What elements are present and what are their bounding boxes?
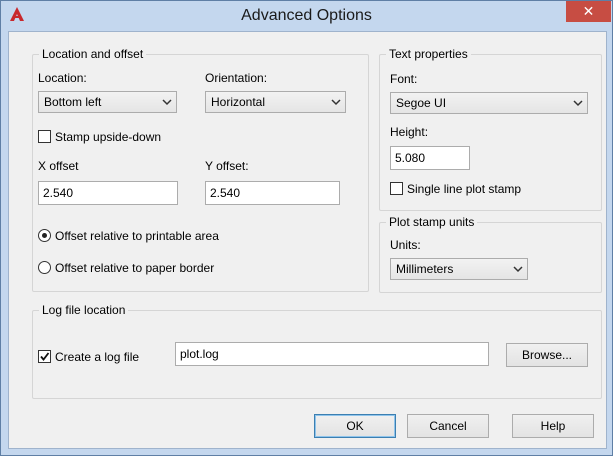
x-offset-label: X offset: [38, 159, 79, 173]
font-select[interactable]: Segoe UI: [390, 92, 588, 114]
single-line-plot-stamp-label: Single line plot stamp: [407, 182, 522, 196]
create-log-file-label: Create a log file: [55, 350, 140, 364]
log-file-location-group-title: Log file location: [39, 303, 129, 317]
orientation-label: Orientation:: [205, 71, 268, 85]
location-offset-group: Location and offset: [32, 47, 369, 292]
location-value: Bottom left: [44, 95, 102, 109]
close-button[interactable]: ✕: [566, 1, 611, 22]
stamp-upside-down-label: Stamp upside-down: [55, 130, 162, 144]
location-select[interactable]: Bottom left: [38, 91, 177, 113]
units-select[interactable]: Millimeters: [390, 258, 528, 280]
log-file-path-value: plot.log: [180, 347, 219, 361]
y-offset-value: 2.540: [210, 186, 241, 200]
orientation-value: Horizontal: [211, 95, 266, 109]
chevron-down-icon: [573, 100, 583, 107]
text-properties-group-title: Text properties: [386, 47, 471, 61]
checkmark-icon: [40, 352, 50, 361]
title-bar[interactable]: Advanced Options ✕: [1, 1, 612, 32]
location-offset-group-title: Location and offset: [39, 47, 147, 61]
x-offset-field[interactable]: 2.540: [38, 181, 178, 205]
height-field[interactable]: 5.080: [390, 146, 470, 170]
font-value: Segoe UI: [396, 96, 447, 110]
units-label: Units:: [390, 238, 421, 252]
offset-printable-area-label: Offset relative to printable area: [55, 229, 219, 243]
help-button[interactable]: Help: [512, 414, 594, 438]
orientation-select[interactable]: Horizontal: [205, 91, 346, 113]
height-label: Height:: [390, 125, 429, 139]
plot-stamp-units-group-title: Plot stamp units: [386, 215, 478, 229]
chevron-down-icon: [331, 99, 341, 106]
advanced-options-dialog: Advanced Options ✕ Location and offset L…: [0, 0, 613, 456]
offset-paper-border-radio[interactable]: [38, 261, 51, 274]
units-value: Millimeters: [396, 262, 454, 276]
y-offset-field[interactable]: 2.540: [205, 181, 340, 205]
stamp-upside-down-checkbox[interactable]: [38, 130, 51, 143]
radio-selected-dot: [42, 233, 47, 238]
offset-printable-area-radio[interactable]: [38, 229, 51, 242]
window-title: Advanced Options: [241, 7, 372, 24]
create-log-file-checkbox[interactable]: [38, 350, 51, 363]
ok-button[interactable]: OK: [314, 414, 396, 438]
dialog-body: Location and offset Location: Bottom lef…: [8, 31, 607, 449]
chevron-down-icon: [513, 266, 523, 273]
chevron-down-icon: [162, 99, 172, 106]
location-label: Location:: [38, 71, 87, 85]
x-offset-value: 2.540: [43, 186, 74, 200]
height-value: 5.080: [395, 151, 426, 165]
single-line-plot-stamp-checkbox[interactable]: [390, 182, 403, 195]
close-icon: ✕: [582, 3, 595, 19]
cancel-button[interactable]: Cancel: [407, 414, 489, 438]
font-label: Font:: [390, 72, 418, 86]
y-offset-label: Y offset:: [205, 159, 249, 173]
browse-button[interactable]: Browse...: [506, 343, 588, 367]
log-file-path-field[interactable]: plot.log: [175, 342, 489, 366]
offset-paper-border-label: Offset relative to paper border: [55, 261, 215, 275]
